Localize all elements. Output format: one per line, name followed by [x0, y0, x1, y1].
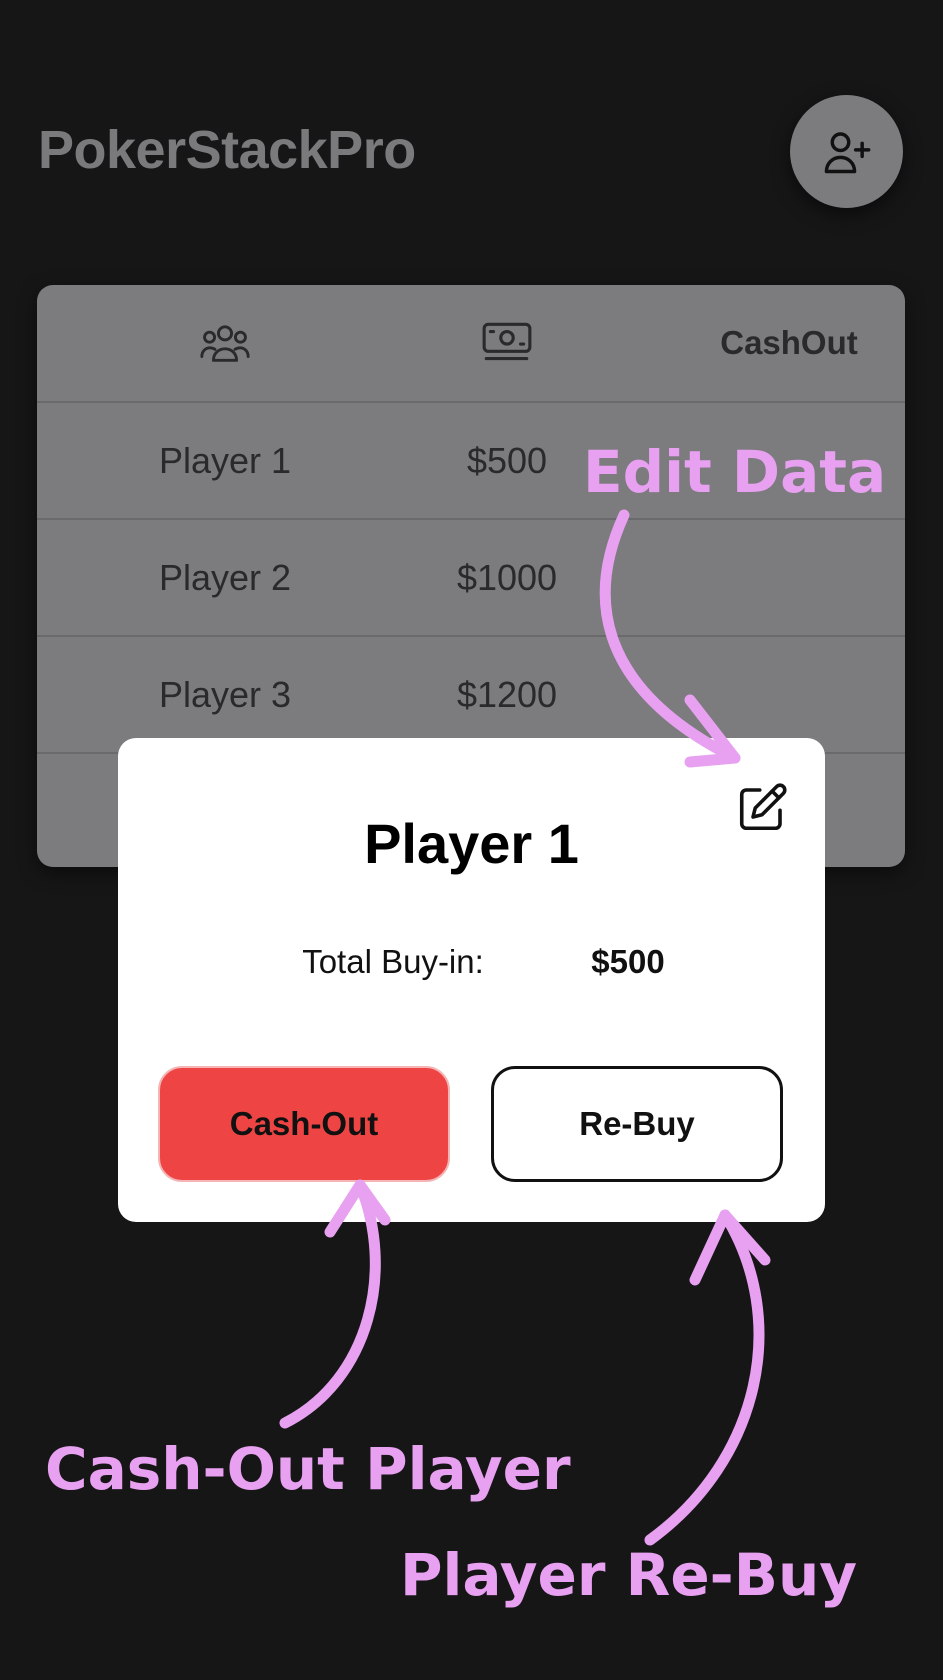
- app-title: PokerStackPro: [38, 120, 416, 180]
- buyin-column-header: [357, 285, 657, 401]
- annotation-cash-out-player: Cash-Out Player: [45, 1435, 571, 1503]
- rebuy-arrow-head: [689, 1209, 771, 1286]
- player-cashout: [639, 520, 905, 635]
- add-player-button[interactable]: [790, 95, 903, 208]
- player-buyin: $1000: [456, 556, 558, 598]
- buyin-value: $500: [591, 943, 665, 980]
- player-cashout: [639, 637, 905, 752]
- table-row[interactable]: Player 3 $1200: [37, 637, 905, 754]
- player-modal: Player 1 Total Buy-in: $500 Cash-Out Re-…: [118, 738, 825, 1222]
- buyin-label: Total Buy-in:: [302, 943, 484, 980]
- rebuy-arrow: [644, 1209, 765, 1546]
- players-group-icon: [200, 325, 250, 362]
- player-name: Player 1: [158, 439, 292, 481]
- annotation-edit-data: Edit Data: [583, 438, 887, 506]
- table-header: CashOut: [37, 285, 905, 403]
- player-name: Player 2: [158, 556, 292, 598]
- player-buyin: $1200: [456, 673, 558, 715]
- user-plus-icon: [824, 131, 870, 173]
- players-column-header: [75, 285, 375, 401]
- re-buy-button[interactable]: Re-Buy: [491, 1066, 783, 1182]
- modal-title: Player 1: [364, 812, 579, 875]
- table-row[interactable]: Player 2 $1000: [37, 520, 905, 637]
- cashout-column-header: CashOut: [720, 324, 858, 361]
- player-name: Player 3: [158, 673, 292, 715]
- money-icon: [482, 322, 532, 361]
- cash-out-button[interactable]: Cash-Out: [158, 1066, 450, 1182]
- annotation-player-re-buy: Player Re-Buy: [400, 1541, 858, 1609]
